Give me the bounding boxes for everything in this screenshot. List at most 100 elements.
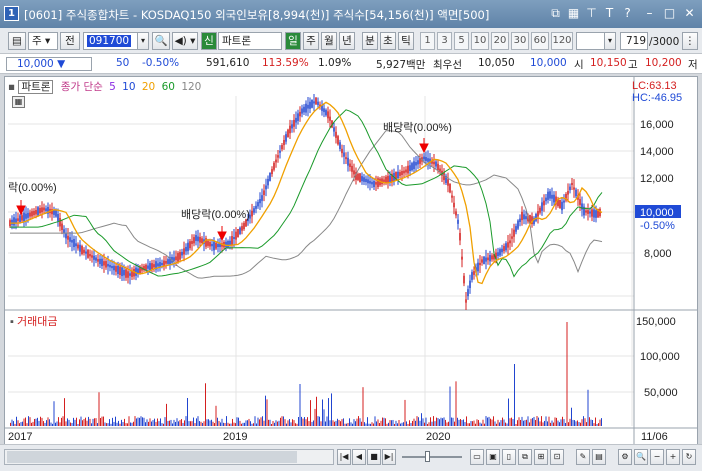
volume-bar — [430, 417, 431, 426]
copy-icon[interactable]: ⊞ — [534, 449, 548, 465]
overlay-icon[interactable]: ⧉ — [518, 449, 532, 465]
scroll-prev-icon[interactable]: ◀ — [352, 449, 366, 465]
page-view-icon[interactable]: ▯ — [502, 449, 516, 465]
minus-icon[interactable]: − — [650, 449, 664, 465]
volume-bar — [503, 419, 505, 426]
down-arrow-icon: ▼ — [57, 58, 66, 70]
volume-bar — [215, 405, 217, 426]
maximize-icon[interactable]: □ — [662, 6, 677, 21]
candle-body — [411, 163, 413, 171]
interval-dropdown-icon[interactable]: ▾ — [604, 32, 616, 50]
scrollbar-thumb[interactable] — [7, 451, 297, 463]
volume-bar — [34, 418, 35, 426]
bar-count-input[interactable]: 719 — [620, 32, 648, 50]
volume-bar — [224, 423, 226, 426]
volume-bar — [311, 421, 313, 426]
zoom-slider-track[interactable] — [402, 456, 462, 458]
candle-body — [163, 260, 165, 266]
candle-body — [459, 233, 461, 241]
stop-icon[interactable]: ■ — [367, 449, 381, 465]
interval-button[interactable]: 30 — [511, 32, 529, 50]
interval-button[interactable]: 3 — [437, 32, 452, 50]
candle-body — [295, 117, 297, 123]
period-week-button[interactable]: 주 — [303, 32, 319, 50]
volume-bar — [476, 419, 478, 426]
tool-icon[interactable]: ✎ — [576, 449, 590, 465]
candle-body — [153, 264, 155, 268]
interval-button[interactable]: 60 — [531, 32, 549, 50]
volume-bar — [167, 420, 169, 426]
interval-button[interactable]: 5 — [454, 32, 469, 50]
volume-bar — [368, 423, 370, 426]
candle-body — [383, 179, 385, 182]
volume-bar — [55, 422, 56, 426]
volume-bar — [326, 416, 328, 426]
zoom-in-icon[interactable]: ▣ — [486, 449, 500, 465]
interval-button[interactable]: 120 — [551, 32, 573, 50]
fit-icon[interactable]: ⊡ — [550, 449, 564, 465]
help-icon[interactable]: ? — [620, 6, 635, 21]
market-select[interactable]: 주 ▾ — [28, 32, 58, 50]
period-minute-button[interactable]: 분 — [362, 32, 378, 50]
period-second-button[interactable]: 초 — [380, 32, 396, 50]
tile-icon[interactable]: ▦ — [566, 6, 581, 21]
volume-bar — [551, 420, 553, 426]
volume-bar — [28, 416, 29, 426]
candle-body — [367, 179, 369, 184]
candle-body — [365, 178, 367, 183]
period-month-button[interactable]: 월 — [321, 32, 337, 50]
interval-button[interactable]: 1 — [420, 32, 435, 50]
volume-bar — [592, 420, 593, 426]
candle-body — [373, 180, 375, 188]
volume-bar — [197, 416, 199, 426]
close-icon[interactable]: ✕ — [682, 6, 697, 21]
volume-bar — [271, 423, 272, 426]
candle-body — [415, 162, 417, 166]
dividend-annotation-2: 배당락(0.00%) — [181, 208, 250, 221]
market-scope-button[interactable]: 전 — [60, 32, 80, 50]
sound-icon[interactable]: ◀) ▾ — [172, 32, 198, 50]
font-icon[interactable]: T — [602, 6, 617, 21]
save-icon[interactable]: ▤ — [592, 449, 606, 465]
period-year-button[interactable]: 년 — [339, 32, 355, 50]
interval-button[interactable]: 20 — [491, 32, 509, 50]
horizontal-scrollbar[interactable] — [4, 449, 334, 465]
minimize-icon[interactable]: – — [642, 6, 657, 21]
volume-bar — [373, 423, 374, 426]
period-day-button[interactable]: 일 — [285, 32, 301, 50]
code-dropdown-icon[interactable]: ▾ — [137, 32, 149, 50]
refresh-icon[interactable]: ↻ — [682, 449, 696, 465]
settings-icon[interactable]: ⋮ — [682, 32, 698, 50]
volume-bar — [260, 417, 262, 426]
volume-bar — [406, 421, 407, 426]
window-number-badge[interactable]: 1 — [4, 6, 19, 21]
volume-bar — [542, 422, 544, 426]
candle-body — [433, 161, 435, 165]
zoom-out-icon[interactable]: ▭ — [470, 449, 484, 465]
period-tick-button[interactable]: 틱 — [398, 32, 414, 50]
settings-icon[interactable]: ⚙ — [618, 449, 632, 465]
grid-menu-icon[interactable]: ▤ — [8, 32, 26, 50]
zoom-slider-handle[interactable] — [425, 451, 430, 462]
volume-bar — [170, 419, 172, 426]
volume-bar — [289, 419, 290, 426]
link-icon[interactable]: ⧉ — [548, 6, 563, 21]
scroll-next-icon[interactable]: ▶| — [382, 449, 396, 465]
volume-bar — [392, 419, 394, 426]
pin-icon[interactable]: ⊤ — [584, 6, 599, 21]
current-price-value: 10,000 — [17, 58, 54, 70]
volume-bar — [122, 422, 124, 426]
interval-button[interactable]: 10 — [471, 32, 489, 50]
search-icon[interactable]: 🔍 — [634, 449, 648, 465]
scroll-first-icon[interactable]: |◀ — [337, 449, 351, 465]
candle-body — [371, 181, 373, 185]
volume-bar — [385, 418, 386, 426]
candle-body — [423, 156, 425, 160]
volume-bar — [383, 417, 385, 426]
volume-bar — [601, 418, 602, 426]
plus-icon[interactable]: + — [666, 449, 680, 465]
volume-bar — [17, 420, 19, 426]
search-icon[interactable]: 🔍 — [152, 32, 170, 50]
volume-bar — [133, 421, 134, 426]
volume-bar — [181, 419, 182, 426]
